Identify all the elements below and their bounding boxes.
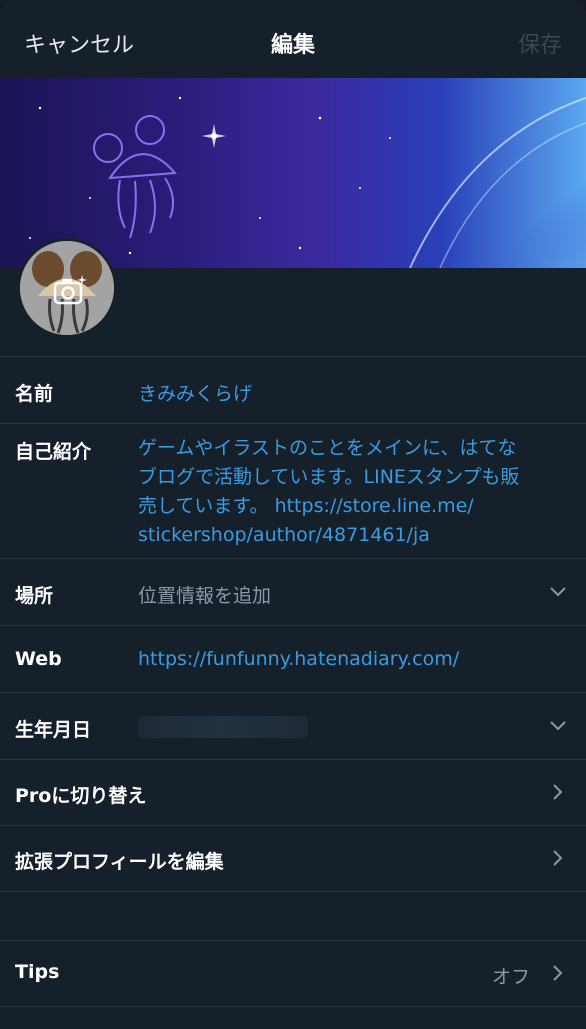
avatar [20, 241, 114, 335]
chevron-right-icon [553, 784, 563, 800]
divider [0, 891, 586, 892]
chevron-down-icon [550, 587, 566, 597]
name-label: 名前 [15, 383, 54, 405]
bio-row[interactable]: 自己紹介 ゲームやイラストのことをメインに、はてな ブログで活動しています。LI… [0, 424, 586, 558]
location-field[interactable]: 位置情報を追加 [138, 581, 271, 608]
extended-profile-label: 拡張プロフィールを編集 [15, 851, 224, 873]
birthdate-label: 生年月日 [15, 719, 92, 741]
switch-to-pro-label: Proに切り替え [15, 785, 147, 807]
bio-line: stickershop/author/4871461/ja [138, 524, 430, 546]
chevron-right-icon [553, 965, 563, 981]
location-row[interactable]: 場所 位置情報を追加 [0, 559, 586, 625]
save-button[interactable]: 保存 [518, 27, 562, 59]
web-row[interactable]: Web https://funfunny.hatenadiary.com/ [0, 626, 586, 692]
divider [0, 1006, 586, 1007]
location-label: 場所 [15, 585, 54, 607]
switch-to-pro-row[interactable]: Proに切り替え [0, 760, 586, 826]
bio-line: 売しています。 https://store.line.me/ [138, 495, 474, 517]
header-banner-image[interactable] [0, 78, 586, 268]
banner-artwork [29, 93, 586, 268]
birthdate-value-hidden [138, 716, 308, 738]
extended-profile-row[interactable]: 拡張プロフィールを編集 [0, 826, 586, 892]
camera-icon [53, 275, 87, 305]
tips-label: Tips [15, 961, 60, 983]
name-field[interactable]: きみみくらげ [138, 379, 252, 406]
web-label: Web [15, 648, 62, 670]
tips-status: オフ [491, 966, 530, 988]
page-title: 編集 [270, 33, 315, 58]
edit-profile-sheet: キャンセル 編集 保存 名前 きみみくらげ 自己紹介 ゲームやイラストのことをメ… [0, 0, 586, 1029]
navigation-bar: キャンセル 編集 保存 [0, 0, 586, 78]
chevron-down-icon [550, 721, 566, 731]
birthdate-row[interactable]: 生年月日 [0, 693, 586, 759]
chevron-right-icon [553, 850, 563, 866]
bio-line: ブログで活動しています。LINEスタンプも販 [138, 466, 520, 488]
tips-row[interactable]: Tips オフ [0, 941, 586, 1007]
name-row[interactable]: 名前 きみみくらげ [0, 357, 586, 423]
bio-field[interactable]: ゲームやイラストのことをメインに、はてな ブログで活動しています。LINEスタン… [138, 434, 570, 550]
web-field[interactable]: https://funfunny.hatenadiary.com/ [138, 648, 459, 670]
bio-line: ゲームやイラストのことをメインに、はてな [138, 437, 517, 459]
bio-label: 自己紹介 [15, 441, 92, 463]
avatar-edit-button[interactable] [17, 238, 117, 338]
